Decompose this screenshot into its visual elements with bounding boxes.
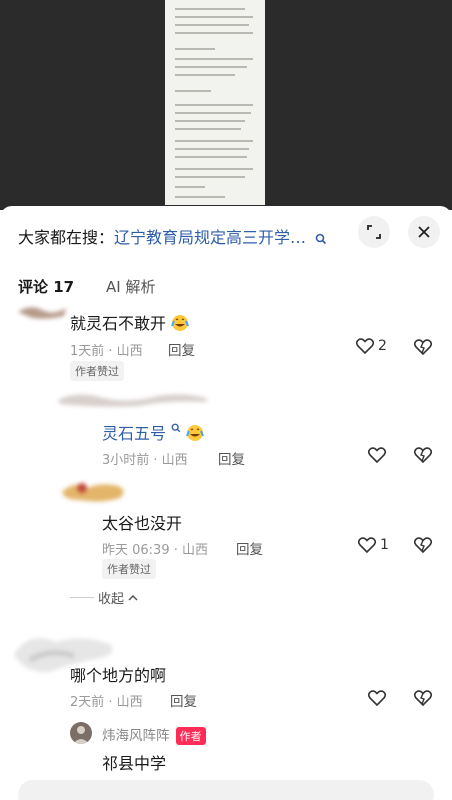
author-tag: 作者 [175,727,206,745]
reply-button[interactable]: 回复 [218,448,245,468]
comment-text: 哪个地方的啊 [70,666,167,685]
search-suggestion[interactable]: 大家都在搜：辽宁教育局规定高三开学… [18,224,327,247]
comment-text: 太谷也没开 [102,514,183,533]
comment-meta: 1天前 · 山西 [70,344,143,359]
tab-ai-analysis[interactable]: AI 解析 [106,276,155,297]
search-icon [171,423,181,433]
tab-comments[interactable]: 评论 17 [18,276,74,297]
dislike-icon[interactable] [414,690,432,706]
comment-meta: 昨天 06:39 · 山西 [102,543,208,558]
expand-button[interactable] [358,216,390,248]
author-name[interactable]: 炜海风阵阵 [102,728,170,744]
comment-text: 灵石五号 [102,420,205,444]
like-count: 2 [378,338,387,354]
heart-icon[interactable] [368,447,386,463]
author-liked-badge: 作者赞过 [70,361,124,381]
reply-button[interactable]: 回复 [168,339,195,359]
avatar[interactable] [70,722,92,744]
comment-meta: 3小时前 · 山西 [102,453,188,468]
like-count: 1 [380,537,389,553]
close-icon [418,226,430,238]
dislike-icon[interactable] [414,537,432,553]
dislike-icon[interactable] [414,339,432,355]
author-liked-badge: 作者赞过 [102,559,156,579]
author-line: 炜海风阵阵 作者 [102,724,206,745]
reply-button[interactable]: 回复 [170,690,197,710]
avatar[interactable] [60,476,130,506]
comment-input-bar[interactable] [18,780,434,800]
comments-sheet: 大家都在搜：辽宁教育局规定高三开学… 评论 17 AI 解析 就灵石不敢开 1天… [0,206,452,800]
document-preview [165,0,265,205]
heart-icon[interactable] [368,690,386,706]
comment-text: 祁县中学 [102,754,167,773]
search-icon [315,233,327,244]
collapse-label: 收起 [98,592,125,607]
like-button[interactable]: 2 [356,338,387,354]
search-term-link[interactable]: 辽宁教育局规定高三开学… [114,228,306,247]
laugh-cry-emoji [171,315,190,331]
chevron-up-icon [128,594,138,601]
reply-button[interactable]: 回复 [236,538,263,558]
laugh-cry-emoji [186,425,205,441]
comment-meta: 2天前 · 山西 [70,695,143,710]
avatar[interactable] [18,302,66,320]
dislike-icon[interactable] [414,447,432,463]
search-prefix: 大家都在搜： [18,228,115,247]
background-document [0,0,452,210]
expand-icon [367,225,381,239]
avatar[interactable] [58,390,208,408]
heart-icon [356,338,374,354]
collapse-button[interactable]: 收起 [70,588,138,607]
heart-icon [358,537,376,553]
comment-text: 就灵石不敢开 [70,310,190,334]
close-button[interactable] [408,216,440,248]
like-button[interactable]: 1 [358,537,389,553]
